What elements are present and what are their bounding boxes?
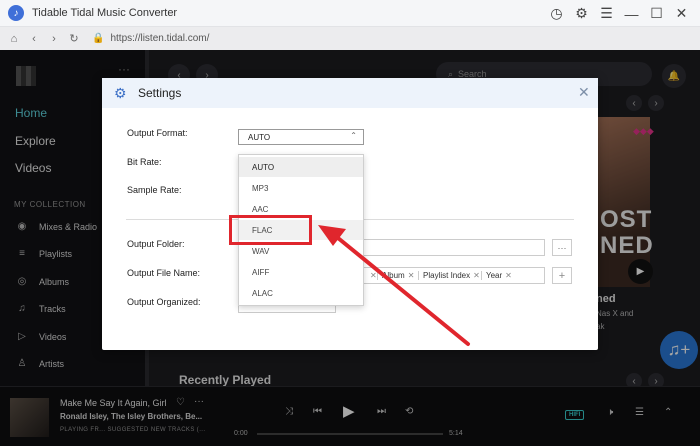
annotation-arrow (318, 225, 470, 346)
